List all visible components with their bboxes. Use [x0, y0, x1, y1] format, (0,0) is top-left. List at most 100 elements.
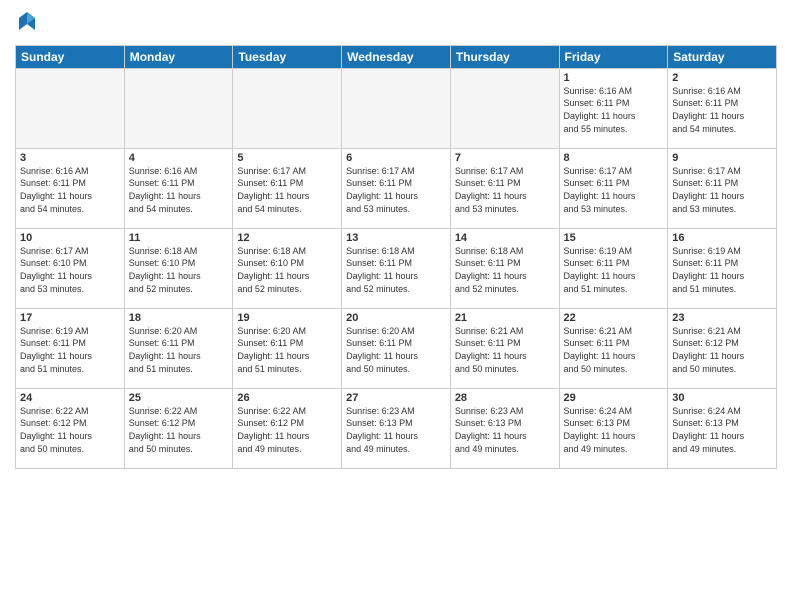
day-number: 7 — [455, 152, 555, 164]
calendar-cell: 17Sunrise: 6:19 AM Sunset: 6:11 PM Dayli… — [16, 308, 125, 388]
day-info: Sunrise: 6:22 AM Sunset: 6:12 PM Dayligh… — [237, 405, 337, 455]
calendar-cell: 13Sunrise: 6:18 AM Sunset: 6:11 PM Dayli… — [342, 228, 451, 308]
day-number: 11 — [129, 232, 229, 244]
day-info: Sunrise: 6:18 AM Sunset: 6:11 PM Dayligh… — [455, 245, 555, 295]
weekday-header-saturday: Saturday — [668, 45, 777, 68]
calendar-cell — [16, 68, 125, 148]
calendar-cell: 20Sunrise: 6:20 AM Sunset: 6:11 PM Dayli… — [342, 308, 451, 388]
calendar-cell: 16Sunrise: 6:19 AM Sunset: 6:11 PM Dayli… — [668, 228, 777, 308]
day-number: 14 — [455, 232, 555, 244]
calendar-cell: 2Sunrise: 6:16 AM Sunset: 6:11 PM Daylig… — [668, 68, 777, 148]
day-number: 2 — [672, 72, 772, 84]
calendar-cell: 14Sunrise: 6:18 AM Sunset: 6:11 PM Dayli… — [450, 228, 559, 308]
day-number: 9 — [672, 152, 772, 164]
day-info: Sunrise: 6:22 AM Sunset: 6:12 PM Dayligh… — [20, 405, 120, 455]
day-info: Sunrise: 6:20 AM Sunset: 6:11 PM Dayligh… — [237, 325, 337, 375]
calendar-table: SundayMondayTuesdayWednesdayThursdayFrid… — [15, 45, 777, 469]
day-info: Sunrise: 6:20 AM Sunset: 6:11 PM Dayligh… — [346, 325, 446, 375]
calendar-cell: 27Sunrise: 6:23 AM Sunset: 6:13 PM Dayli… — [342, 388, 451, 468]
day-info: Sunrise: 6:18 AM Sunset: 6:10 PM Dayligh… — [129, 245, 229, 295]
day-number: 19 — [237, 312, 337, 324]
page-container: SundayMondayTuesdayWednesdayThursdayFrid… — [0, 0, 792, 479]
day-info: Sunrise: 6:24 AM Sunset: 6:13 PM Dayligh… — [564, 405, 664, 455]
day-number: 25 — [129, 392, 229, 404]
day-number: 22 — [564, 312, 664, 324]
day-info: Sunrise: 6:17 AM Sunset: 6:11 PM Dayligh… — [346, 165, 446, 215]
weekday-header-monday: Monday — [124, 45, 233, 68]
day-info: Sunrise: 6:22 AM Sunset: 6:12 PM Dayligh… — [129, 405, 229, 455]
day-number: 18 — [129, 312, 229, 324]
day-info: Sunrise: 6:17 AM Sunset: 6:10 PM Dayligh… — [20, 245, 120, 295]
calendar-cell: 18Sunrise: 6:20 AM Sunset: 6:11 PM Dayli… — [124, 308, 233, 388]
calendar-cell: 15Sunrise: 6:19 AM Sunset: 6:11 PM Dayli… — [559, 228, 668, 308]
day-info: Sunrise: 6:17 AM Sunset: 6:11 PM Dayligh… — [564, 165, 664, 215]
day-info: Sunrise: 6:16 AM Sunset: 6:11 PM Dayligh… — [564, 85, 664, 135]
calendar-cell: 1Sunrise: 6:16 AM Sunset: 6:11 PM Daylig… — [559, 68, 668, 148]
weekday-header-row: SundayMondayTuesdayWednesdayThursdayFrid… — [16, 45, 777, 68]
day-info: Sunrise: 6:21 AM Sunset: 6:12 PM Dayligh… — [672, 325, 772, 375]
calendar-cell: 26Sunrise: 6:22 AM Sunset: 6:12 PM Dayli… — [233, 388, 342, 468]
day-info: Sunrise: 6:21 AM Sunset: 6:11 PM Dayligh… — [564, 325, 664, 375]
day-number: 17 — [20, 312, 120, 324]
day-info: Sunrise: 6:19 AM Sunset: 6:11 PM Dayligh… — [672, 245, 772, 295]
calendar-cell: 5Sunrise: 6:17 AM Sunset: 6:11 PM Daylig… — [233, 148, 342, 228]
calendar-cell: 23Sunrise: 6:21 AM Sunset: 6:12 PM Dayli… — [668, 308, 777, 388]
calendar-cell — [342, 68, 451, 148]
calendar-cell: 12Sunrise: 6:18 AM Sunset: 6:10 PM Dayli… — [233, 228, 342, 308]
day-number: 30 — [672, 392, 772, 404]
day-info: Sunrise: 6:17 AM Sunset: 6:11 PM Dayligh… — [455, 165, 555, 215]
weekday-header-tuesday: Tuesday — [233, 45, 342, 68]
calendar-cell: 29Sunrise: 6:24 AM Sunset: 6:13 PM Dayli… — [559, 388, 668, 468]
day-info: Sunrise: 6:20 AM Sunset: 6:11 PM Dayligh… — [129, 325, 229, 375]
calendar-cell: 7Sunrise: 6:17 AM Sunset: 6:11 PM Daylig… — [450, 148, 559, 228]
calendar-cell: 11Sunrise: 6:18 AM Sunset: 6:10 PM Dayli… — [124, 228, 233, 308]
day-number: 16 — [672, 232, 772, 244]
day-number: 1 — [564, 72, 664, 84]
day-number: 28 — [455, 392, 555, 404]
calendar-cell: 30Sunrise: 6:24 AM Sunset: 6:13 PM Dayli… — [668, 388, 777, 468]
weekday-header-wednesday: Wednesday — [342, 45, 451, 68]
day-number: 15 — [564, 232, 664, 244]
calendar-cell: 25Sunrise: 6:22 AM Sunset: 6:12 PM Dayli… — [124, 388, 233, 468]
day-info: Sunrise: 6:17 AM Sunset: 6:11 PM Dayligh… — [237, 165, 337, 215]
day-info: Sunrise: 6:19 AM Sunset: 6:11 PM Dayligh… — [20, 325, 120, 375]
calendar-cell: 3Sunrise: 6:16 AM Sunset: 6:11 PM Daylig… — [16, 148, 125, 228]
day-number: 4 — [129, 152, 229, 164]
weekday-header-sunday: Sunday — [16, 45, 125, 68]
day-number: 10 — [20, 232, 120, 244]
day-number: 20 — [346, 312, 446, 324]
week-row-5: 24Sunrise: 6:22 AM Sunset: 6:12 PM Dayli… — [16, 388, 777, 468]
day-number: 26 — [237, 392, 337, 404]
day-number: 24 — [20, 392, 120, 404]
day-number: 13 — [346, 232, 446, 244]
day-info: Sunrise: 6:23 AM Sunset: 6:13 PM Dayligh… — [346, 405, 446, 455]
day-number: 12 — [237, 232, 337, 244]
calendar-cell — [450, 68, 559, 148]
week-row-3: 10Sunrise: 6:17 AM Sunset: 6:10 PM Dayli… — [16, 228, 777, 308]
calendar-cell: 28Sunrise: 6:23 AM Sunset: 6:13 PM Dayli… — [450, 388, 559, 468]
calendar-cell — [233, 68, 342, 148]
logo-icon — [17, 10, 37, 32]
day-info: Sunrise: 6:16 AM Sunset: 6:11 PM Dayligh… — [672, 85, 772, 135]
week-row-4: 17Sunrise: 6:19 AM Sunset: 6:11 PM Dayli… — [16, 308, 777, 388]
day-number: 27 — [346, 392, 446, 404]
day-info: Sunrise: 6:16 AM Sunset: 6:11 PM Dayligh… — [129, 165, 229, 215]
day-number: 6 — [346, 152, 446, 164]
weekday-header-thursday: Thursday — [450, 45, 559, 68]
day-number: 5 — [237, 152, 337, 164]
day-number: 23 — [672, 312, 772, 324]
logo — [15, 10, 37, 37]
logo-text — [15, 10, 37, 37]
calendar-cell: 19Sunrise: 6:20 AM Sunset: 6:11 PM Dayli… — [233, 308, 342, 388]
day-info: Sunrise: 6:16 AM Sunset: 6:11 PM Dayligh… — [20, 165, 120, 215]
week-row-2: 3Sunrise: 6:16 AM Sunset: 6:11 PM Daylig… — [16, 148, 777, 228]
header — [15, 10, 777, 37]
day-number: 3 — [20, 152, 120, 164]
calendar-cell: 9Sunrise: 6:17 AM Sunset: 6:11 PM Daylig… — [668, 148, 777, 228]
day-info: Sunrise: 6:17 AM Sunset: 6:11 PM Dayligh… — [672, 165, 772, 215]
weekday-header-friday: Friday — [559, 45, 668, 68]
calendar-cell: 4Sunrise: 6:16 AM Sunset: 6:11 PM Daylig… — [124, 148, 233, 228]
day-info: Sunrise: 6:21 AM Sunset: 6:11 PM Dayligh… — [455, 325, 555, 375]
calendar-cell: 22Sunrise: 6:21 AM Sunset: 6:11 PM Dayli… — [559, 308, 668, 388]
calendar-cell: 6Sunrise: 6:17 AM Sunset: 6:11 PM Daylig… — [342, 148, 451, 228]
